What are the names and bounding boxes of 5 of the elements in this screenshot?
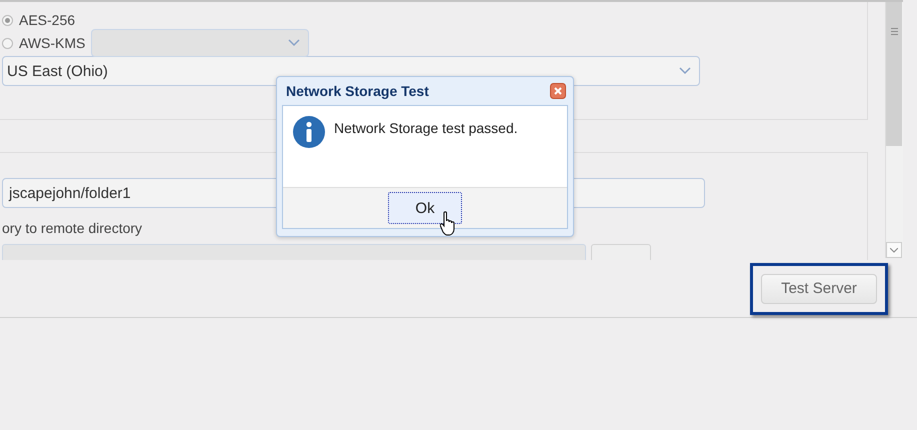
dialog-title: Network Storage Test bbox=[286, 83, 429, 99]
dialog-message: Network Storage test passed. bbox=[334, 120, 518, 136]
radio-label: AWS-KMS bbox=[19, 35, 86, 51]
field-label: ory to remote directory bbox=[2, 220, 142, 236]
radio-label: AES-256 bbox=[19, 12, 76, 28]
